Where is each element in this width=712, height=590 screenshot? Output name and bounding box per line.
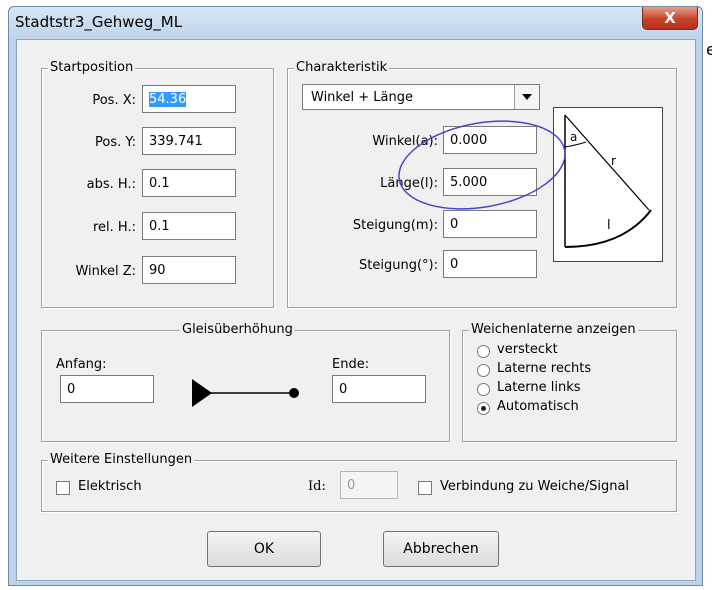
pos-y-label: Pos. Y: [95, 135, 136, 150]
abs-h-input[interactable]: 0.1 [142, 169, 236, 197]
mode-select[interactable]: Winkel + Länge [302, 84, 540, 110]
pos-y-input[interactable]: 339.741 [142, 127, 236, 155]
verbindung-label[interactable]: Verbindung zu Weiche/Signal [440, 479, 629, 494]
id-label: Id: [308, 479, 326, 494]
id-input: 0 [340, 471, 398, 499]
radio-laterne-links-label[interactable]: Laterne links [497, 380, 581, 395]
radio-versteckt[interactable] [477, 345, 490, 358]
ende-input[interactable]: 0 [332, 375, 426, 403]
annotation-ellipse [398, 120, 566, 210]
winkel-z-label: Winkel Z: [75, 264, 136, 279]
ende-label: Ende: [332, 357, 370, 372]
pos-x-label: Pos. X: [92, 93, 136, 108]
mode-select-value: Winkel + Länge [311, 90, 413, 105]
window-title: Stadtstr3_Gehweg_ML [15, 13, 183, 31]
gleisueberhoehung-legend: Gleisüberhöhung [180, 322, 295, 337]
diagram-radius-label: r [611, 154, 616, 168]
anfang-input[interactable]: 0 [60, 375, 154, 403]
rel-h-label: rel. H.: [93, 220, 136, 235]
steigung-deg-label: Steigung(°): [359, 258, 438, 273]
radio-automatisch-label[interactable]: Automatisch [497, 399, 579, 414]
steigung-m-label: Steigung(m): [352, 218, 438, 233]
charakteristik-legend: Charakteristik [294, 60, 390, 75]
rel-h-input[interactable]: 0.1 [142, 212, 236, 240]
ok-button[interactable]: OK [207, 531, 321, 567]
startposition-legend: Startposition [48, 60, 136, 75]
steigung-deg-input[interactable]: 0 [443, 250, 537, 278]
diagram-length-label: l [607, 218, 611, 233]
winkel-z-input[interactable]: 90 [142, 256, 236, 284]
chevron-down-icon[interactable] [514, 85, 539, 109]
weitere-einstellungen-group: Weitere Einstellungen Elektrisch Id: 0 V… [41, 452, 677, 512]
dialog-client-area: Startposition Pos. X: 54.36 Pos. Y: 339.… [16, 39, 696, 581]
weitere-einstellungen-legend: Weitere Einstellungen [48, 452, 195, 467]
title-bar[interactable]: Stadtstr3_Gehweg_ML X [9, 7, 702, 39]
cancel-button[interactable]: Abbrechen [383, 531, 499, 567]
elektrisch-label[interactable]: Elektrisch [78, 479, 142, 494]
weichenlaterne-legend: Weichenlaterne anzeigen [469, 322, 638, 337]
radio-laterne-rechts[interactable] [477, 364, 490, 377]
radio-versteckt-label[interactable]: versteckt [497, 342, 558, 357]
startposition-group: Startposition Pos. X: 54.36 Pos. Y: 339.… [41, 60, 274, 308]
radio-laterne-rechts-label[interactable]: Laterne rechts [497, 361, 591, 376]
weichenlaterne-group: Weichenlaterne anzeigen versteckt Latern… [462, 322, 677, 442]
elektrisch-checkbox[interactable] [56, 481, 70, 495]
pos-x-value: 54.36 [149, 92, 187, 107]
anfang-label: Anfang: [56, 357, 107, 372]
verbindung-checkbox[interactable] [418, 481, 432, 495]
pos-x-input[interactable]: 54.36 [142, 85, 236, 113]
abs-h-label: abs. H.: [86, 177, 136, 192]
radio-automatisch[interactable] [477, 402, 490, 415]
radio-laterne-links[interactable] [477, 383, 490, 396]
background-text: e [706, 40, 712, 59]
gleisueberhoehung-group: Gleisüberhöhung Anfang: 0 Ende: 0 [41, 322, 450, 442]
dialog-window: Stadtstr3_Gehweg_ML X Startposition Pos.… [8, 6, 703, 586]
track-arrow-icon [192, 379, 299, 407]
close-button[interactable]: X [642, 7, 698, 30]
